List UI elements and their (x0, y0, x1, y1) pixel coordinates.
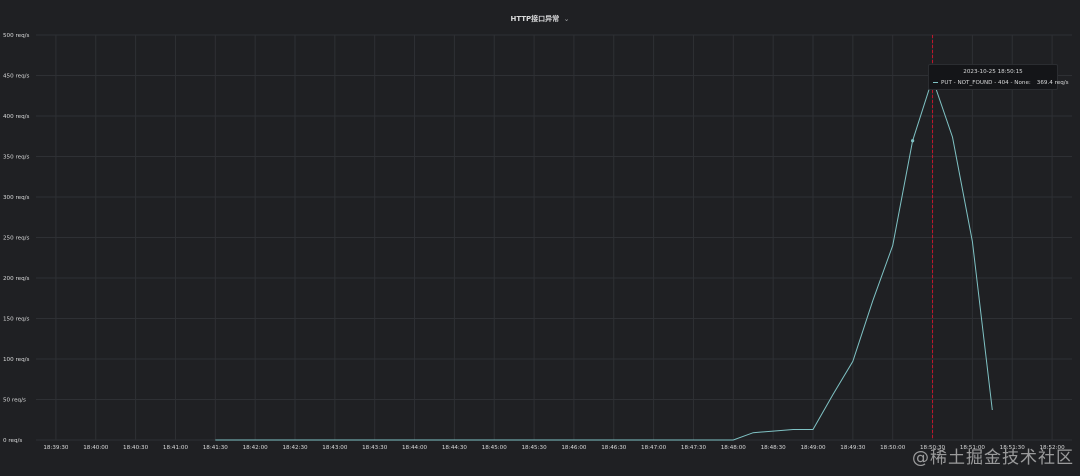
x-tick-label: 18:41:30 (203, 445, 229, 451)
y-tick-label: 200 req/s (3, 276, 30, 282)
x-tick-label: 18:43:00 (322, 445, 348, 451)
y-tick-label: 500 req/s (3, 33, 30, 39)
x-tick-label: 18:49:00 (800, 445, 826, 451)
y-tick-label: 350 req/s (3, 155, 30, 161)
x-tick-label: 18:46:00 (561, 445, 587, 451)
x-tick-label: 18:48:00 (721, 445, 747, 451)
x-tick-label: 18:40:30 (123, 445, 149, 451)
x-tick-label: 18:42:00 (243, 445, 269, 451)
x-tick-label: 18:48:30 (761, 445, 787, 451)
x-tick-label: 18:49:30 (840, 445, 866, 451)
y-tick-label: 450 req/s (3, 74, 30, 80)
tooltip-row: PUT - NOT_FOUND - 404 - None: 369.4 req/s (933, 80, 1069, 86)
y-tick-label: 100 req/s (3, 357, 30, 363)
series-swatch-icon (933, 82, 938, 83)
y-tick-label: 150 req/s (3, 317, 30, 323)
x-tick-label: 18:40:00 (83, 445, 109, 451)
y-tick-label: 0 req/s (3, 438, 22, 444)
x-tick-label: 18:44:00 (402, 445, 428, 451)
x-tick-label: 18:45:00 (482, 445, 508, 451)
tooltip-series-name: PUT - NOT_FOUND - 404 - None: (941, 80, 1031, 86)
hover-tooltip: 2023-10-25 18:50:15 PUT - NOT_FOUND - 40… (928, 64, 1069, 90)
chart-panel: HTTP接口异常 ⌄ 0 req/s 50 req/s 100 req/s 150 r… (0, 0, 1080, 476)
x-tick-label: 18:42:30 (282, 445, 308, 451)
x-tick-label: 18:47:00 (641, 445, 667, 451)
y-tick-label: 300 req/s (3, 195, 30, 201)
y-tick-label: 400 req/s (3, 114, 30, 120)
y-tick-label: 250 req/s (3, 236, 30, 242)
line-chart[interactable]: 0 req/s 50 req/s 100 req/s 150 req/s 200 req… (0, 0, 1080, 476)
x-tick-label: 18:45:30 (522, 445, 548, 451)
x-tick-label: 18:39:30 (43, 445, 69, 451)
y-tick-label: 50 req/s (3, 398, 26, 404)
tooltip-time: 2023-10-25 18:50:15 (963, 69, 1023, 75)
x-tick-label: 18:47:30 (681, 445, 707, 451)
hover-point (911, 139, 915, 143)
watermark: @稀土掘金技术社区 (912, 448, 1074, 468)
x-tick-label: 18:46:30 (601, 445, 627, 451)
x-tick-label: 18:44:30 (442, 445, 468, 451)
x-tick-label: 18:50:00 (880, 445, 906, 451)
x-tick-label: 18:43:30 (362, 445, 388, 451)
tooltip-value: 369.4 req/s (1036, 80, 1069, 86)
series-line (215, 77, 993, 441)
x-tick-label: 18:41:00 (163, 445, 189, 451)
